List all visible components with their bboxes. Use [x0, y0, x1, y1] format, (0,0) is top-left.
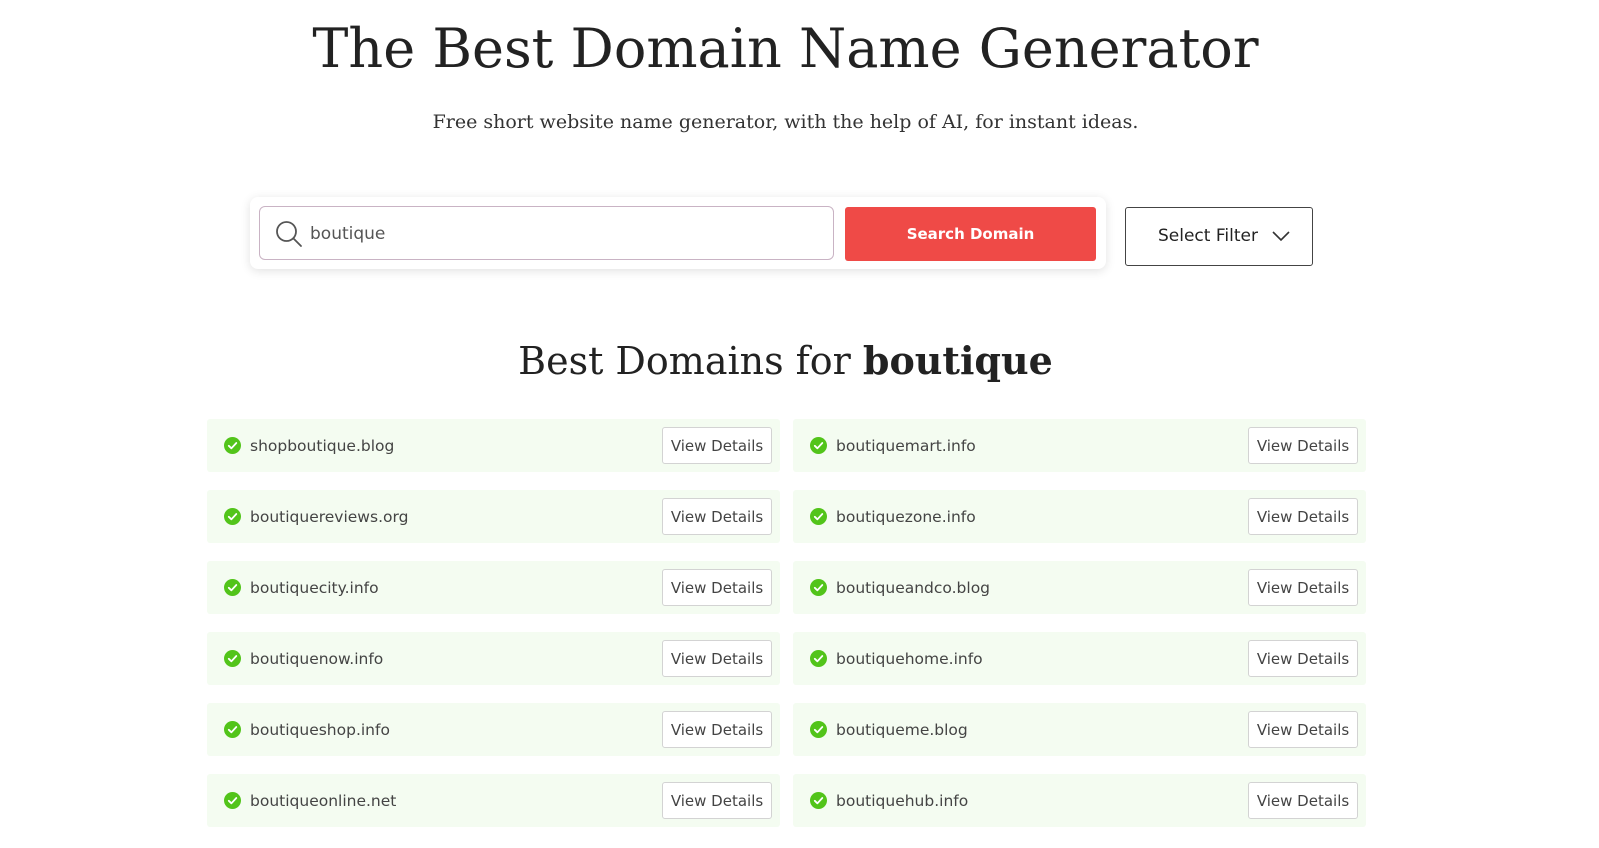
- check-circle-icon: [224, 721, 241, 738]
- view-details-button[interactable]: View Details: [1248, 427, 1358, 464]
- domain-result-row: boutiquecity.info View Details: [207, 561, 780, 614]
- select-filter-dropdown[interactable]: Select Filter: [1125, 207, 1313, 266]
- domain-name: boutiqueandco.blog: [836, 579, 991, 597]
- domain-name: boutiquehome.info: [836, 650, 983, 668]
- view-details-button[interactable]: View Details: [662, 427, 772, 464]
- search-icon: [276, 221, 302, 247]
- view-details-button[interactable]: View Details: [1248, 569, 1358, 606]
- domain-result-row: boutiquereviews.org View Details: [207, 490, 780, 543]
- view-details-button[interactable]: View Details: [662, 711, 772, 748]
- domain-name: boutiquecity.info: [250, 579, 379, 597]
- domain-result-row: boutiqueme.blog View Details: [793, 703, 1366, 756]
- check-circle-icon: [224, 792, 241, 809]
- check-circle-icon: [224, 650, 241, 667]
- domain-result-row: boutiquemart.info View Details: [793, 419, 1366, 472]
- check-circle-icon: [224, 437, 241, 454]
- domain-name: boutiquezone.info: [836, 508, 976, 526]
- domain-result-row: boutiqueonline.net View Details: [207, 774, 780, 827]
- domain-name: boutiqueonline.net: [250, 792, 397, 810]
- results-heading-keyword: boutique: [862, 338, 1053, 383]
- page-subtitle: Free short website name generator, with …: [432, 111, 1139, 133]
- domain-result-row: boutiqueandco.blog View Details: [793, 561, 1366, 614]
- check-circle-icon: [810, 721, 827, 738]
- domain-name: boutiquereviews.org: [250, 508, 409, 526]
- view-details-button[interactable]: View Details: [662, 640, 772, 677]
- search-bar: Search Domain: [250, 197, 1106, 269]
- domain-name: boutiquehub.info: [836, 792, 969, 810]
- check-circle-icon: [810, 579, 827, 596]
- domain-result-row: boutiqueshop.info View Details: [207, 703, 780, 756]
- domain-name: shopboutique.blog: [250, 437, 395, 455]
- results-heading-prefix: Best Domains for: [518, 339, 851, 383]
- domain-name: boutiquenow.info: [250, 650, 384, 668]
- domain-result-row: boutiquenow.info View Details: [207, 632, 780, 685]
- domain-result-row: boutiquehome.info View Details: [793, 632, 1366, 685]
- domain-name: boutiqueshop.info: [250, 721, 390, 739]
- domain-name: boutiqueme.blog: [836, 721, 968, 739]
- view-details-button[interactable]: View Details: [1248, 640, 1358, 677]
- view-details-button[interactable]: View Details: [662, 498, 772, 535]
- view-details-button[interactable]: View Details: [1248, 711, 1358, 748]
- search-field[interactable]: [259, 206, 834, 260]
- chevron-down-icon: [1272, 231, 1290, 242]
- search-domain-button[interactable]: Search Domain: [845, 207, 1096, 261]
- domain-result-row: boutiquehub.info View Details: [793, 774, 1366, 827]
- view-details-button[interactable]: View Details: [1248, 498, 1358, 535]
- check-circle-icon: [810, 792, 827, 809]
- domain-result-row: boutiquezone.info View Details: [793, 490, 1366, 543]
- domain-result-row: shopboutique.blog View Details: [207, 419, 780, 472]
- check-circle-icon: [810, 437, 827, 454]
- check-circle-icon: [810, 650, 827, 667]
- view-details-button[interactable]: View Details: [1248, 782, 1358, 819]
- view-details-button[interactable]: View Details: [662, 782, 772, 819]
- results-heading: Best Domains for boutique: [0, 336, 1571, 386]
- check-circle-icon: [224, 579, 241, 596]
- check-circle-icon: [810, 508, 827, 525]
- select-filter-label: Select Filter: [1158, 226, 1258, 246]
- domain-results-list: shopboutique.blog View Details boutiquemar…: [207, 419, 1366, 827]
- view-details-button[interactable]: View Details: [662, 569, 772, 606]
- domain-name: boutiquemart.info: [836, 437, 976, 455]
- search-input[interactable]: [310, 219, 810, 249]
- check-circle-icon: [224, 508, 241, 525]
- page-title: The Best Domain Name Generator: [312, 17, 1259, 80]
